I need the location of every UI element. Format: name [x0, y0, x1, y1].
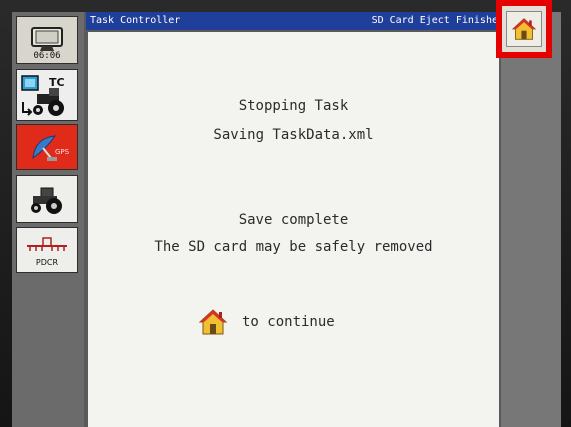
satellite-dish-icon: GPS: [32, 135, 69, 161]
home-button-face[interactable]: [506, 11, 542, 47]
clock-icon: [31, 27, 63, 51]
status-text: SD Card Eject Finishe: [371, 15, 498, 26]
continue-hint: to continue: [198, 308, 335, 336]
clock-softkey[interactable]: 06:06: [16, 16, 78, 64]
home-icon: [511, 18, 537, 40]
home-button[interactable]: [496, 0, 552, 58]
message-panel: Stopping Task Saving TaskData.xml Save c…: [88, 32, 499, 427]
gps-label: GPS: [55, 148, 69, 156]
sprayer-boom-icon: [27, 237, 67, 251]
tractor-icon: [31, 187, 62, 214]
home-icon: [198, 309, 228, 335]
tractor-softkey[interactable]: [16, 175, 78, 223]
clock-label: 06:06: [33, 51, 61, 61]
continue-text: to continue: [242, 314, 335, 330]
save-complete-text: Save complete: [238, 212, 349, 228]
sd-card-removed-text: The SD card may be safely removed: [154, 239, 433, 255]
left-softkey-strip: 06:06 TC GPS PDCR: [12, 12, 84, 427]
tc-label: TC: [49, 76, 65, 89]
stopping-task-text: Stopping Task: [238, 98, 349, 114]
gps-softkey[interactable]: GPS: [16, 124, 78, 170]
right-softkey-strip: [501, 12, 561, 427]
terminal-screen: 06:06 TC GPS PDCR Task Controller SD Car…: [12, 12, 561, 427]
pdcr-softkey[interactable]: PDCR: [16, 227, 78, 273]
app-title: Task Controller: [90, 15, 181, 26]
saving-file-text: Saving TaskData.xml: [213, 127, 374, 143]
title-bar: Task Controller SD Card Eject Finishe: [86, 12, 500, 30]
pdcr-label: PDCR: [35, 258, 59, 267]
task-controller-softkey[interactable]: TC: [16, 69, 78, 121]
tractor-tc-icon: TC: [21, 75, 65, 116]
